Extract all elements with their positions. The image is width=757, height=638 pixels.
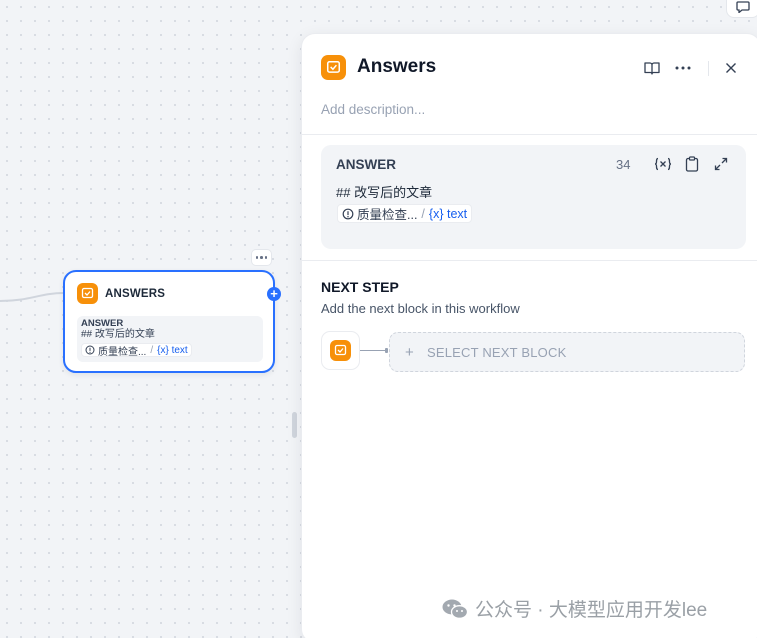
answer-variable-name: {x} text (428, 206, 468, 221)
node-title: ANSWERS (105, 288, 166, 300)
node-config-panel: Answers Add description... ANSWER 34 ## … (301, 33, 757, 638)
watermark-text: 公众号 · 大模型应用开发lee (475, 600, 708, 621)
connection-edge (0, 292, 65, 302)
answer-icon (77, 283, 98, 304)
next-step-title: NEXT STEP (321, 279, 399, 295)
node-variable-separator: / (150, 344, 154, 356)
next-step-connector (360, 350, 387, 351)
node-more-button[interactable] (251, 249, 272, 266)
answer-text: ## 改写后的文章 (336, 185, 433, 200)
expand-button[interactable] (711, 155, 731, 173)
node-answer-preview: ANSWER ## 改写后的文章 质量检查... / {x} text (77, 316, 263, 362)
variable-icon (654, 157, 672, 171)
select-next-block-label: SELECT NEXT BLOCK (426, 344, 567, 360)
chat-icon (736, 1, 750, 13)
panel-resize-handle[interactable] (292, 412, 297, 438)
next-step-connector-end (385, 348, 388, 353)
more-options-button[interactable] (671, 58, 695, 78)
close-icon (726, 63, 736, 73)
answer-variable-source: 质量检查... (357, 208, 418, 222)
answer-editor[interactable]: ANSWER 34 ## 改写后的文章 质量检查... / {x} text (321, 145, 746, 249)
character-count: 34 (616, 157, 631, 172)
more-icon (675, 66, 691, 70)
info-circle-icon (85, 345, 95, 355)
workflow-canvas[interactable]: ANSWERS ANSWER ## 改写后的文章 质量检查... / {x} t… (0, 0, 757, 638)
expand-icon (714, 157, 728, 171)
canvas-toolbar-button[interactable] (726, 0, 757, 18)
copy-button[interactable] (682, 155, 702, 173)
divider (302, 260, 757, 261)
info-circle-icon (342, 208, 354, 219)
divider (302, 134, 757, 135)
node-variable-name: {x} text (157, 344, 188, 356)
panel-title[interactable]: Answers (357, 56, 436, 78)
answer-icon (321, 55, 346, 80)
node-answer-label: ANSWER (81, 318, 124, 329)
node-variable-source: 质量检查... (98, 346, 147, 358)
answer-variable-separator: / (421, 206, 425, 221)
insert-variable-button[interactable] (653, 155, 673, 173)
clipboard-icon (685, 156, 699, 172)
node-variable-chip: 质量检查... / {x} text (81, 343, 192, 358)
answers-node[interactable]: ANSWERS ANSWER ## 改写后的文章 质量检查... / {x} t… (63, 270, 275, 373)
add-next-node-button[interactable]: + (267, 287, 281, 301)
answer-label: ANSWER (336, 157, 396, 172)
answer-icon (330, 340, 351, 361)
next-step-subtitle: Add the next block in this workflow (321, 301, 520, 316)
description-input[interactable]: Add description... (321, 102, 425, 117)
node-answer-text: ## 改写后的文章 (81, 329, 155, 340)
help-docs-button[interactable] (640, 58, 664, 78)
close-panel-button[interactable] (719, 58, 743, 78)
watermark: 公众号 · 大模型应用开发lee (441, 595, 707, 622)
plus-icon: + (405, 343, 414, 361)
wechat-icon (442, 599, 469, 619)
toolbar-divider (708, 60, 709, 76)
book-icon (644, 62, 660, 75)
current-block-icon (321, 331, 360, 370)
answer-variable-chip[interactable]: 质量检查... / {x} text (337, 204, 473, 223)
select-next-block-button[interactable]: + SELECT NEXT BLOCK (389, 332, 745, 372)
